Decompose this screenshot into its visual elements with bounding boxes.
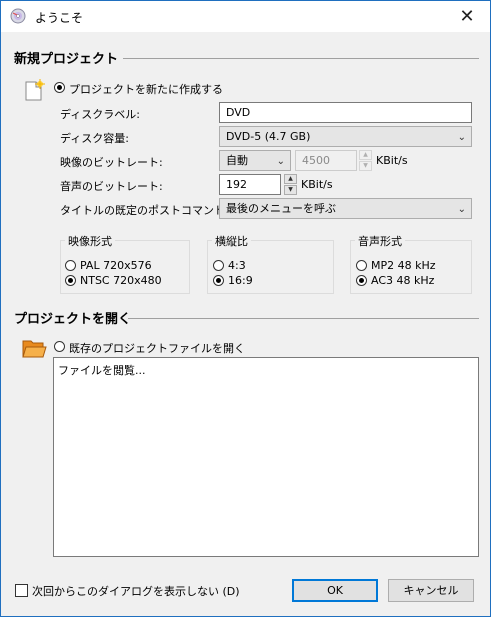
video-bitrate-label: 映像のビットレート: xyxy=(60,156,163,169)
video-bitrate-unit: KBit/s xyxy=(376,154,408,167)
spin-down-icon[interactable]: ▼ xyxy=(359,161,372,171)
dont-show-again-checkbox[interactable] xyxy=(15,584,28,597)
dont-show-again-label: 次回からこのダイアログを表示しない (D) xyxy=(32,585,240,598)
video-bitrate-mode-value: 自動 xyxy=(226,154,248,167)
audio-bitrate-unit: KBit/s xyxy=(301,178,333,191)
post-command-select[interactable]: 最後のメニューを呼ぶ ⌄ xyxy=(219,198,472,219)
video-bitrate-mode-select[interactable]: 自動 ⌄ xyxy=(219,150,291,171)
chevron-down-icon: ⌄ xyxy=(276,156,285,167)
mp2-label: MP2 48 kHz xyxy=(371,259,436,272)
create-new-project-label: プロジェクトを新たに作成する xyxy=(69,83,223,96)
new-project-heading: 新規プロジェクト xyxy=(14,52,119,67)
post-command-label: タイトルの既定のポストコマンド: xyxy=(60,204,229,217)
disc-icon xyxy=(10,8,26,24)
audio-bitrate-spinner[interactable]: ▲ ▼ xyxy=(284,174,297,195)
window-title: ようこそ xyxy=(35,11,84,25)
disc-label-label: ディスクラベル: xyxy=(60,108,140,121)
aspect-ratio-title: 横縦比 xyxy=(212,233,251,249)
mp2-radio[interactable] xyxy=(356,260,367,271)
section-divider xyxy=(128,318,479,319)
aspect-16-9-radio[interactable] xyxy=(213,275,224,286)
pal-label: PAL 720x576 xyxy=(80,259,152,272)
video-bitrate-spinner[interactable]: ▲ ▼ xyxy=(359,150,372,171)
project-file-list[interactable]: ファイルを閲覧... xyxy=(53,357,479,557)
welcome-dialog: ようこそ ✕ 新規プロジェクト プロジェクトを新たに作成する ディスクラベル: … xyxy=(0,0,491,617)
browse-files-item[interactable]: ファイルを閲覧... xyxy=(58,362,474,378)
title-bar: ようこそ ✕ xyxy=(1,1,490,32)
spin-up-icon[interactable]: ▲ xyxy=(359,150,372,160)
ntsc-label: NTSC 720x480 xyxy=(80,274,162,287)
aspect-4-3-label: 4:3 xyxy=(228,259,246,272)
disc-label-input[interactable]: DVD xyxy=(219,102,472,123)
audio-bitrate-input[interactable]: 192 xyxy=(219,174,281,195)
video-format-title: 映像形式 xyxy=(65,233,115,249)
new-document-icon xyxy=(25,79,45,101)
pal-radio[interactable] xyxy=(65,260,76,271)
ok-button[interactable]: OK xyxy=(292,579,378,602)
video-bitrate-input[interactable]: 4500 xyxy=(295,150,357,171)
cancel-button[interactable]: キャンセル xyxy=(388,579,474,602)
ac3-radio[interactable] xyxy=(356,275,367,286)
disc-capacity-select[interactable]: DVD-5 (4.7 GB) ⌄ xyxy=(219,126,472,147)
open-folder-icon xyxy=(22,340,47,358)
spin-down-icon[interactable]: ▼ xyxy=(284,185,297,195)
close-button[interactable]: ✕ xyxy=(444,1,490,32)
post-command-value: 最後のメニューを呼ぶ xyxy=(226,202,336,215)
ac3-label: AC3 48 kHz xyxy=(371,274,435,287)
chevron-down-icon: ⌄ xyxy=(457,132,466,143)
create-new-project-radio[interactable] xyxy=(54,82,65,93)
aspect-4-3-radio[interactable] xyxy=(213,260,224,271)
disc-capacity-label: ディスク容量: xyxy=(60,132,129,145)
ntsc-radio[interactable] xyxy=(65,275,76,286)
section-divider xyxy=(123,58,479,59)
close-icon: ✕ xyxy=(459,6,475,27)
open-existing-project-radio[interactable] xyxy=(54,341,65,352)
disc-capacity-value: DVD-5 (4.7 GB) xyxy=(226,130,311,143)
open-project-heading: プロジェクトを開く xyxy=(14,312,132,327)
chevron-down-icon: ⌄ xyxy=(457,204,466,215)
open-existing-project-label: 既存のプロジェクトファイルを開く xyxy=(69,342,245,355)
audio-bitrate-label: 音声のビットレート: xyxy=(60,180,163,193)
aspect-16-9-label: 16:9 xyxy=(228,274,253,287)
spin-up-icon[interactable]: ▲ xyxy=(284,174,297,184)
audio-format-title: 音声形式 xyxy=(355,233,405,249)
